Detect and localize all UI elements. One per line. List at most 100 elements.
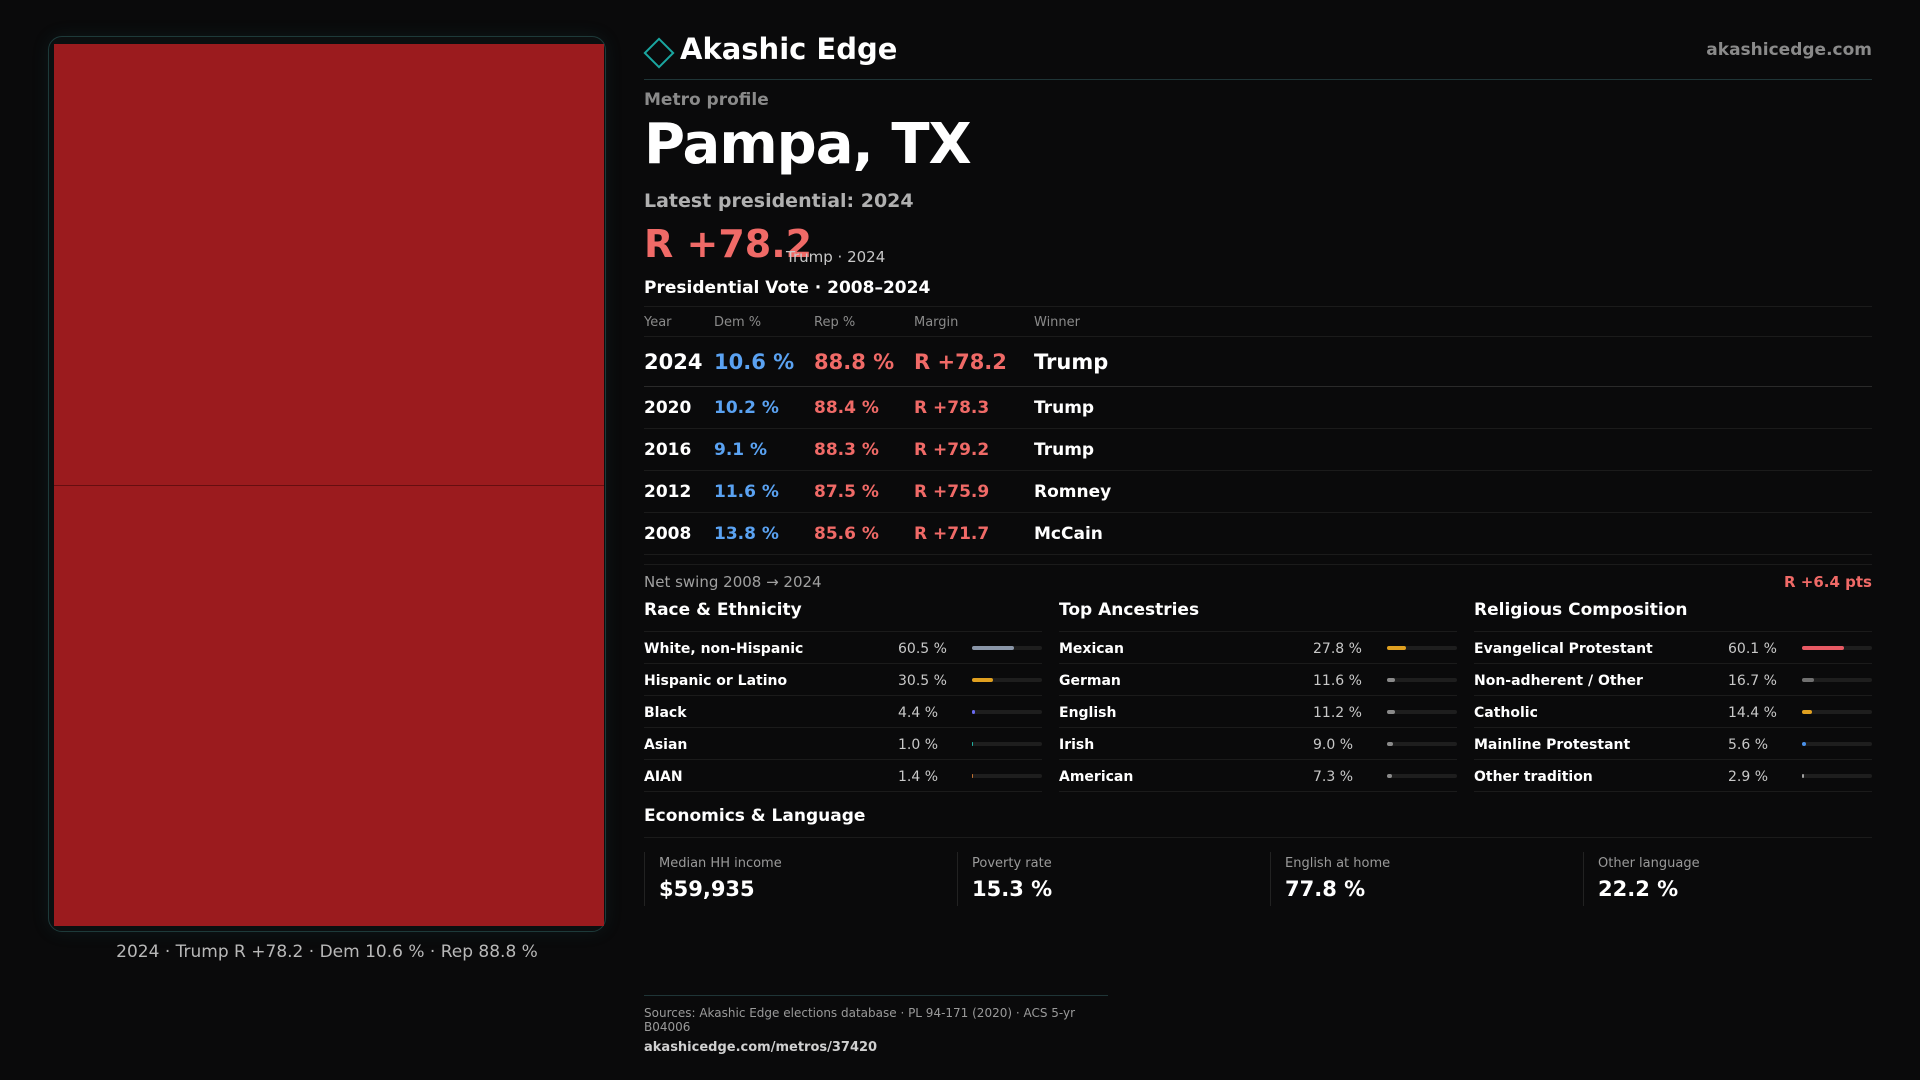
bar-track — [1802, 774, 1872, 778]
cell-winner: Trump — [1034, 336, 1872, 387]
economics-cards: Median HH income $59,935 Poverty rate 15… — [644, 852, 1872, 906]
item-label: Asian — [644, 737, 688, 753]
vote-table-title: Presidential Vote · 2008–2024 — [644, 278, 931, 298]
cell-dem: 9.1 % — [714, 428, 814, 471]
bar-fill — [1802, 710, 1813, 714]
list-item: Irish 9.0 % — [1059, 728, 1457, 760]
bar-track — [1387, 742, 1457, 746]
list-item: Black 4.4 % — [644, 696, 1042, 728]
cell-rep: 85.6 % — [814, 512, 914, 555]
religion-title: Religious Composition — [1474, 600, 1872, 632]
item-label: Non-adherent / Other — [1474, 673, 1643, 689]
list-item: White, non-Hispanic 60.5 % — [644, 632, 1042, 664]
econ-card-english: English at home 77.8 % — [1270, 852, 1570, 906]
cell-year: 2020 — [644, 386, 714, 429]
item-label: Mainline Protestant — [1474, 737, 1631, 753]
cell-margin: R +75.9 — [914, 470, 1034, 513]
item-value: 7.3 % — [1313, 769, 1354, 785]
item-label: Irish — [1059, 737, 1095, 753]
sources-url-link[interactable]: akashicedge.com/metros/37420 — [644, 1040, 1108, 1055]
vote-table-header: Year Dem % Rep % Margin Winner — [644, 306, 1872, 337]
cell-margin: R +78.3 — [914, 386, 1034, 429]
list-item: American 7.3 % — [1059, 760, 1457, 792]
cell-rep: 88.4 % — [814, 386, 914, 429]
item-label: White, non-Hispanic — [644, 641, 804, 657]
econ-label: Other language — [1598, 856, 1700, 871]
item-value: 2.9 % — [1728, 769, 1769, 785]
sources-line: Sources: Akashic Edge elections database… — [644, 1006, 1076, 1034]
header-rep: Rep % — [814, 306, 914, 337]
bar-track — [1387, 710, 1457, 714]
econ-card-other-language: Other language 22.2 % — [1583, 852, 1883, 906]
item-label: American — [1059, 769, 1134, 785]
bar-fill — [1387, 774, 1393, 778]
list-item: AIAN 1.4 % — [644, 760, 1042, 792]
cell-rep: 88.3 % — [814, 428, 914, 471]
list-item: Asian 1.0 % — [644, 728, 1042, 760]
table-row: 2020 10.2 % 88.4 % R +78.3 Trump — [644, 386, 1872, 429]
bar-track — [1387, 678, 1457, 682]
bar-fill — [1387, 646, 1407, 650]
bar-track — [972, 742, 1042, 746]
bar-track — [972, 710, 1042, 714]
econ-value: $59,935 — [659, 877, 755, 901]
diamond-logo-icon — [643, 37, 675, 69]
bar-fill — [972, 646, 1015, 650]
item-value: 4.4 % — [898, 705, 939, 721]
cell-margin: R +78.2 — [914, 336, 1034, 387]
item-value: 14.4 % — [1728, 705, 1777, 721]
bar-fill — [1387, 742, 1394, 746]
brand-name[interactable]: Akashic Edge — [680, 32, 897, 66]
list-item: Hispanic or Latino 30.5 % — [644, 664, 1042, 696]
item-label: German — [1059, 673, 1121, 689]
bar-fill — [1802, 774, 1805, 778]
net-swing-value: R +6.4 pts — [1784, 573, 1872, 591]
net-swing-label: Net swing 2008 → 2024 — [644, 573, 822, 591]
cell-year: 2012 — [644, 470, 714, 513]
bar-track — [1802, 678, 1872, 682]
cell-year: 2008 — [644, 512, 714, 555]
item-value: 11.2 % — [1313, 705, 1362, 721]
item-label: Black — [644, 705, 687, 721]
bar-fill — [972, 742, 974, 746]
sources-footer: Sources: Akashic Edge elections database… — [644, 995, 1108, 1055]
cell-dem: 10.2 % — [714, 386, 814, 429]
header-winner: Winner — [1034, 306, 1872, 337]
econ-card-income: Median HH income $59,935 — [644, 852, 944, 906]
list-item: German 11.6 % — [1059, 664, 1457, 696]
econ-value: 15.3 % — [972, 877, 1053, 901]
item-label: AIAN — [644, 769, 683, 785]
item-value: 1.4 % — [898, 769, 939, 785]
bar-fill — [1802, 646, 1845, 650]
list-item: English 11.2 % — [1059, 696, 1457, 728]
ancestry-title: Top Ancestries — [1059, 600, 1457, 632]
bar-track — [972, 678, 1042, 682]
cell-margin: R +79.2 — [914, 428, 1034, 471]
bar-fill — [972, 678, 994, 682]
latest-presidential: Latest presidential: 2024 — [644, 190, 914, 212]
brand-url-link[interactable]: akashicedge.com — [1706, 40, 1872, 60]
table-row: 2016 9.1 % 88.3 % R +79.2 Trump — [644, 428, 1872, 471]
map-boundary-line — [54, 485, 604, 486]
race-section: Race & Ethnicity White, non-Hispanic 60.5… — [644, 600, 1042, 792]
item-value: 60.1 % — [1728, 641, 1777, 657]
bar-fill — [972, 710, 976, 714]
cell-dem: 13.8 % — [714, 512, 814, 555]
item-value: 11.6 % — [1313, 673, 1362, 689]
bar-fill — [972, 774, 974, 778]
religion-section: Religious Composition Evangelical Protes… — [1474, 600, 1872, 792]
bar-track — [1802, 710, 1872, 714]
bar-track — [972, 774, 1042, 778]
vote-table: Year Dem % Rep % Margin Winner 2024 10.6… — [644, 306, 1872, 555]
bar-track — [1387, 774, 1457, 778]
table-row: 2008 13.8 % 85.6 % R +71.7 McCain — [644, 512, 1872, 555]
econ-card-poverty: Poverty rate 15.3 % — [957, 852, 1257, 906]
item-value: 60.5 % — [898, 641, 947, 657]
item-value: 5.6 % — [1728, 737, 1769, 753]
item-value: 16.7 % — [1728, 673, 1777, 689]
econ-value: 22.2 % — [1598, 877, 1679, 901]
cell-margin: R +71.7 — [914, 512, 1034, 555]
race-title: Race & Ethnicity — [644, 600, 1042, 632]
item-label: Other tradition — [1474, 769, 1593, 785]
bar-track — [1387, 646, 1457, 650]
